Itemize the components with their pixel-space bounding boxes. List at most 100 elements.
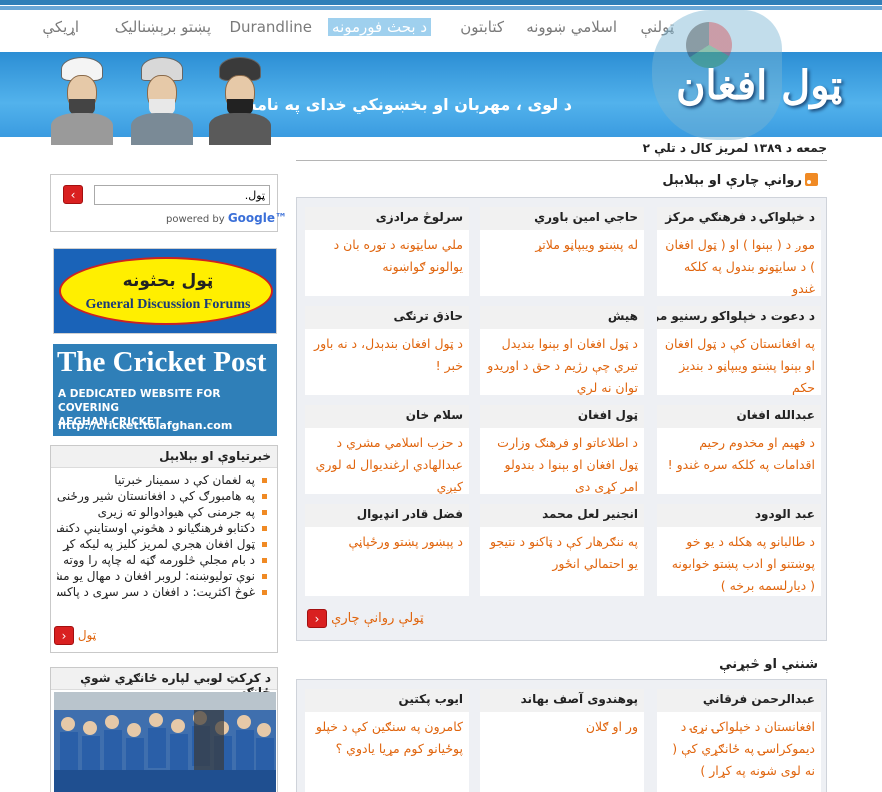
article-author[interactable]: حاذق ترنګی [305,306,469,329]
header-banner: ټول افغان د لوی ، مهربان او بخښونکي خدای… [0,10,882,145]
article-card[interactable]: فضل قادر انډيوال د پېښور پښتو ورځپاڼې [305,504,469,596]
article-link[interactable]: له پښتو ويبپاڼو ملاتړ [480,230,644,260]
article-author[interactable]: هيش [480,306,644,329]
nav-item-library[interactable]: کتابتون [460,18,504,36]
chevron-left-icon[interactable]: ‹ [54,626,74,645]
article-card[interactable]: انجنير لعل محمد په ننګرهار کې د ټاکنو د … [480,504,644,596]
article-author[interactable]: ايوب پکتين [305,689,469,712]
article-link[interactable]: د فهيم او مخدوم رحيم اقدامات په کلکه سره… [657,428,821,480]
news-item[interactable]: په جرمنی کې هیوادوالو ته زیری [57,504,267,520]
article-card[interactable]: عبدالله افغان د فهيم او مخدوم رحيم اقدام… [657,405,821,494]
portrait-1 [45,49,119,145]
rss-icon[interactable] [805,173,818,186]
all-news-link[interactable]: ټول ‹ [54,626,96,645]
article-card[interactable]: پوهندوی آصف بهاند ور او ګلان [480,689,644,792]
article-link[interactable]: په ننګرهار کې د ټاکنو د نتيجو يو احتمالي… [480,527,644,579]
article-link[interactable]: په افغانستان کې د ټول افغان او بېنوا پښت… [657,329,821,403]
article-link[interactable]: د ټول افغان او بېنوا بنديدل تيري چې رژيم… [480,329,644,403]
latest-section-title[interactable]: روانې چارې او بېلابېل [662,173,802,188]
article-author[interactable]: حاجي امين باوري [480,207,644,230]
article-link[interactable]: موږ د ( بېنوا ) او ( ټول افغان ) د سایټو… [657,230,821,304]
news-item[interactable]: د بام مجلې څلورمه ګڼه له چاپه را ووته [57,552,267,568]
article-link[interactable]: کامرون په سنګين کې د خپلو پوځيانو کوم مړ… [305,712,469,764]
news-item[interactable]: غوڅ اکثریت: د افغان د سر سړی د پاکستان د [57,584,267,600]
article-card[interactable]: سلام خان د حزب اسلامي مشري د عبدالهادي ا… [305,405,469,494]
article-link[interactable]: افغانستان د خپلواکۍ نړۍ د ديموکراسۍ په ځ… [657,712,821,786]
article-card[interactable]: هيش د ټول افغان او بېنوا بنديدل تيري چې … [480,306,644,395]
latest-articles-panel: د خپلواکۍ د فرهنګي مرکز موږ د ( بېنوا ) … [296,197,827,641]
news-item[interactable]: په لغمان کې د سمینار خبرتیا [57,472,267,488]
all-news-label[interactable]: ټول [78,628,96,642]
news-item[interactable]: په هامبورګ کې د افغانستان شير ورځنی [57,488,267,504]
forums-banner-pashto: ټول بحثونه [122,271,214,291]
article-link[interactable]: ور او ګلان [480,712,644,742]
article-card[interactable]: حاجي امين باوري له پښتو ويبپاڼو ملاتړ [480,207,644,296]
article-card[interactable]: عبدالرحمن فرقاني افغانستان د خپلواکۍ نړۍ… [657,689,821,792]
article-link[interactable]: د ټول افغان بندېدل، د نه باور خبر ! [305,329,469,381]
news-item[interactable]: دکتابو فرهنګیانو د هڅونې اوستاینې دکنفرا… [57,520,267,536]
chevron-left-icon[interactable]: ‹ [307,609,327,628]
cricket-team-photo[interactable] [54,692,276,792]
article-link[interactable]: د حزب اسلامي مشري د عبدالهادي ارغنديوال … [305,428,469,502]
article-link[interactable]: د اطلاعاتو او فرهنګ وزارت ټول افغان او ب… [480,428,644,502]
google-search-box: ‹ powered by Google™ [50,174,287,232]
cricket-post-url[interactable]: http://cricket.tolafghan.com [58,419,232,432]
article-author[interactable]: انجنير لعل محمد [480,504,644,527]
site-tagline: د لوی ، مهربان او بخښونکي خدای په نامه [247,95,572,114]
search-submit-button[interactable]: ‹ [63,185,83,204]
powered-by-google: powered by Google™ [166,211,287,225]
article-card[interactable]: د خپلواکۍ د فرهنګي مرکز موږ د ( بېنوا ) … [657,207,821,296]
news-panel-title: خبرتياوې او بېلابېل [51,446,277,468]
nav-item-pashto-email[interactable]: پښتو برېښنالیک [115,18,211,36]
divider [296,160,827,161]
article-card[interactable]: د دعوت د خپلواکو رسنيو مرکز په افغانستان… [657,306,821,395]
nav-item-contact[interactable]: اړیکې [42,18,79,36]
historical-portraits-image [45,50,277,145]
news-panel: خبرتياوې او بېلابېل په لغمان کې د سمینار… [50,445,278,653]
news-list: په لغمان کې د سمینار خبرتیا په هامبورګ ک… [51,468,277,600]
cricket-post-subtitle-line1: A DEDICATED WEBSITE FOR COVERING [58,388,221,414]
site-logo-title[interactable]: ټول افغان [676,62,842,109]
google-logo: Google™ [227,211,288,225]
article-card[interactable]: سرلوڅ مرادزی ملي سایټونه د توره بان د یو… [305,207,469,296]
forums-banner[interactable]: ټول بحثونه General Discussion Forums [53,248,277,334]
search-input[interactable] [94,185,270,205]
nav-item-durandline[interactable]: Durandline [229,18,312,36]
cricket-post-banner[interactable]: The Cricket Post A DEDICATED WEBSITE FOR… [53,344,277,436]
powered-by-text: powered by [166,214,225,225]
nav-item-forums[interactable]: د بحث فورمونه [328,18,431,36]
analysis-section-title[interactable]: شننې او څېړنې [719,657,818,672]
article-author[interactable]: عبد الودود [657,504,821,527]
article-author[interactable]: سلام خان [305,405,469,428]
team-crowd-image [54,710,276,792]
article-author[interactable]: ټول افغان [480,405,644,428]
article-link[interactable]: ملي سایټونه د توره بان د یوالونو ګواښونه [305,230,469,282]
article-author[interactable]: سرلوڅ مرادزی [305,207,469,230]
article-author[interactable]: د دعوت د خپلواکو رسنيو مرکز [657,306,821,329]
forums-banner-oval: ټول بحثونه General Discussion Forums [59,257,273,325]
all-latest-label[interactable]: ټولې روانې چارې [331,611,423,626]
article-link[interactable]: د پېښور پښتو ورځپاڼې [305,527,469,557]
cricket-panel: د کرکټ لوبي لپاره ځانګړي شوې ځانګه [50,667,278,792]
cricket-post-title: The Cricket Post [57,346,267,378]
article-link[interactable]: د طالبانو په هکله د يو خو پوښتنو او ادب … [657,527,821,601]
article-author[interactable]: عبدالله افغان [657,405,821,428]
article-card[interactable]: حاذق ترنګی د ټول افغان بندېدل، د نه باور… [305,306,469,395]
cricket-panel-title: د کرکټ لوبي لپاره ځانګړي شوې ځانګه [51,668,277,699]
current-date: جمعه د ۱۳۸۹ لمریز کال د تلې ۲ [642,141,827,155]
news-item[interactable]: نوې تولیوښنه: لروبر افغان د مهال يو مشر … [57,568,267,584]
news-item[interactable]: ټول افغان هجري لمریز کلیز په لیکه کړ [57,536,267,552]
top-stripe [0,0,882,10]
portrait-2 [125,49,199,145]
article-author[interactable]: عبدالرحمن فرقاني [657,689,821,712]
all-latest-link[interactable]: ټولې روانې چارې ‹ [307,609,424,628]
article-card[interactable]: ټول افغان د اطلاعاتو او فرهنګ وزارت ټول … [480,405,644,494]
article-card[interactable]: عبد الودود د طالبانو په هکله د يو خو پوښ… [657,504,821,596]
portrait-3 [203,49,277,145]
article-author[interactable]: پوهندوی آصف بهاند [480,689,644,712]
article-card[interactable]: ايوب پکتين کامرون په سنګين کې د خپلو پوځ… [305,689,469,792]
article-author[interactable]: د خپلواکۍ د فرهنګي مرکز [657,207,821,230]
analysis-articles-panel: عبدالرحمن فرقاني افغانستان د خپلواکۍ نړۍ… [296,679,827,792]
article-author[interactable]: فضل قادر انډيوال [305,504,469,527]
nav-item-islamic-teaching[interactable]: اسلامي ښوونه [526,18,617,36]
